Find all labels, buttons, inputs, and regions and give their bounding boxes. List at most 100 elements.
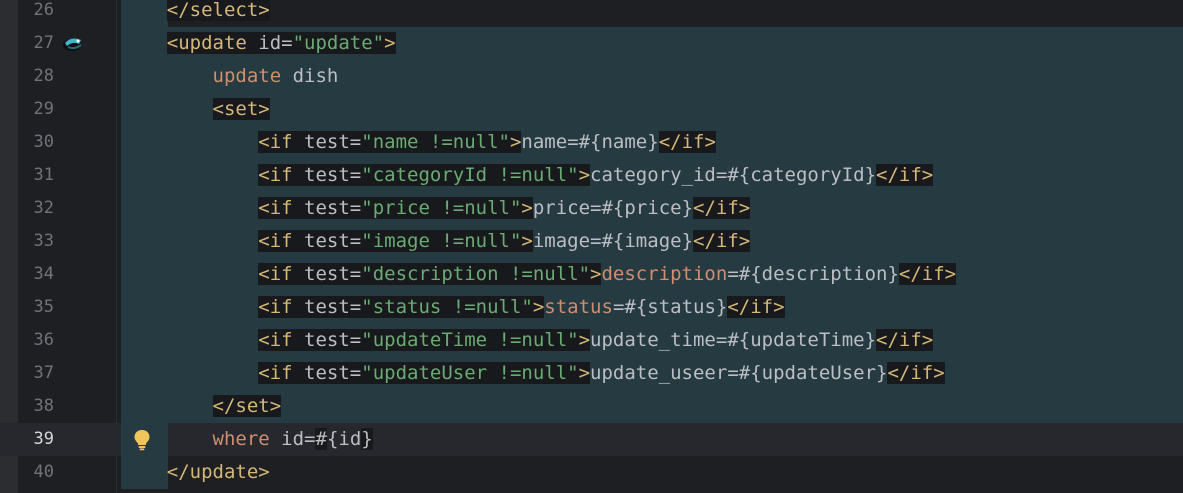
code-token: where bbox=[212, 428, 270, 450]
code-token: <if bbox=[258, 131, 305, 153]
code-line[interactable]: 37 <if test="updateUser !=null">update_u… bbox=[0, 357, 1183, 390]
scope-highlight bbox=[121, 93, 1183, 126]
line-number[interactable]: 35 bbox=[18, 291, 54, 324]
code-text[interactable]: <if test="updateTime !=null">update_time… bbox=[121, 324, 934, 357]
line-number[interactable]: 40 bbox=[18, 456, 54, 489]
code-token: <update bbox=[166, 32, 259, 54]
line-number[interactable]: 31 bbox=[18, 159, 54, 192]
code-text[interactable]: </select> bbox=[121, 0, 270, 27]
code-token: > bbox=[578, 362, 591, 384]
code-token: image=#{image} bbox=[532, 230, 694, 252]
line-number[interactable]: 30 bbox=[18, 126, 54, 159]
line-number[interactable]: 37 bbox=[18, 357, 54, 390]
code-text[interactable]: <set> bbox=[121, 93, 270, 126]
line-number[interactable]: 26 bbox=[18, 0, 54, 27]
code-line[interactable]: 29 <set> bbox=[0, 93, 1183, 126]
code-token: id= bbox=[258, 32, 293, 54]
code-token: price=#{price} bbox=[532, 197, 694, 219]
code-token: > bbox=[521, 230, 533, 252]
line-number[interactable]: 27 bbox=[18, 27, 54, 60]
code-line[interactable]: 33 <if test="image !=null">image=#{image… bbox=[0, 225, 1183, 258]
line-number[interactable]: 32 bbox=[18, 192, 54, 225]
line-number[interactable]: 28 bbox=[18, 60, 54, 93]
code-token: > bbox=[521, 197, 533, 219]
code-token: test= bbox=[304, 329, 362, 351]
code-text[interactable]: <if test="price !=null">price=#{price}</… bbox=[121, 192, 751, 225]
code-line[interactable]: 38 </set> bbox=[0, 390, 1183, 423]
mybatis-mapper-icon[interactable] bbox=[60, 27, 86, 60]
code-token: </if> bbox=[693, 230, 751, 252]
code-text[interactable]: <update id="update"> bbox=[121, 27, 396, 60]
code-token: "status !=null" bbox=[361, 296, 533, 318]
code-text[interactable]: <if test="image !=null">image=#{image}</… bbox=[121, 225, 751, 258]
code-token: > bbox=[384, 32, 396, 54]
code-token: > bbox=[590, 263, 602, 285]
code-text[interactable]: <if test="name !=null">name=#{name}</if> bbox=[121, 126, 716, 159]
code-token: </if> bbox=[693, 197, 751, 219]
code-token: test= bbox=[304, 197, 362, 219]
code-token: </if> bbox=[727, 296, 785, 318]
line-number[interactable]: 29 bbox=[18, 93, 54, 126]
code-token: update_time=#{updateTime} bbox=[590, 329, 877, 351]
code-token: > bbox=[532, 296, 545, 318]
code-token: </if> bbox=[887, 362, 945, 384]
code-text[interactable]: update dish bbox=[121, 60, 339, 93]
code-line[interactable]: 26 </select> bbox=[0, 0, 1183, 27]
code-token: <if bbox=[258, 362, 305, 384]
code-token: <if bbox=[258, 230, 305, 252]
line-number[interactable]: 33 bbox=[18, 225, 54, 258]
code-token: "categoryId !=null" bbox=[361, 164, 579, 186]
code-text[interactable]: </set> bbox=[121, 390, 282, 423]
code-line[interactable]: 27 <update id="update"> bbox=[0, 27, 1183, 60]
code-line[interactable]: 35 <if test="status !=null">status=#{sta… bbox=[0, 291, 1183, 324]
code-editor[interactable]: 26 </select> 27 <update id="update"> 28 up… bbox=[0, 0, 1183, 493]
code-token: test= bbox=[304, 230, 362, 252]
code-token: </set> bbox=[212, 395, 282, 417]
code-line[interactable]: 36 <if test="updateTime !=null">update_t… bbox=[0, 324, 1183, 357]
code-text[interactable]: where id=#{id} bbox=[121, 423, 373, 456]
code-line[interactable]: 30 <if test="name !=null">name=#{name}</… bbox=[0, 126, 1183, 159]
line-number[interactable]: 34 bbox=[18, 258, 54, 291]
code-text[interactable]: <if test="description !=null">descriptio… bbox=[121, 258, 957, 291]
code-token: "price !=null" bbox=[361, 197, 522, 219]
code-token: } bbox=[361, 428, 373, 450]
code-line[interactable]: 28 update dish bbox=[0, 60, 1183, 93]
code-line[interactable]: 39 where id=#{id} bbox=[0, 423, 1183, 456]
code-token: dish bbox=[281, 65, 339, 87]
code-token: test= bbox=[304, 296, 362, 318]
code-text[interactable]: </update> bbox=[121, 456, 270, 489]
code-token: </select> bbox=[166, 0, 270, 21]
code-token: "description !=null" bbox=[361, 263, 591, 285]
line-number[interactable]: 36 bbox=[18, 324, 54, 357]
code-token: <if bbox=[258, 164, 305, 186]
code-token: # bbox=[315, 428, 327, 450]
code-token: id= bbox=[269, 428, 316, 450]
code-text[interactable]: <if test="status !=null">status=#{status… bbox=[121, 291, 785, 324]
line-number[interactable]: 38 bbox=[18, 390, 54, 423]
code-line[interactable]: 32 <if test="price !=null">price=#{price… bbox=[0, 192, 1183, 225]
code-line[interactable]: 40 </update> bbox=[0, 456, 1183, 489]
code-line[interactable]: 34 <if test="description !=null">descrip… bbox=[0, 258, 1183, 291]
code-token: </if> bbox=[876, 329, 934, 351]
code-text[interactable]: <if test="categoryId !=null">category_id… bbox=[121, 159, 934, 192]
code-line[interactable]: 31 <if test="categoryId !=null">category… bbox=[0, 159, 1183, 192]
code-text[interactable]: <if test="updateUser !=null">update_usee… bbox=[121, 357, 945, 390]
code-token: "name !=null" bbox=[361, 131, 510, 153]
line-number[interactable]: 39 bbox=[18, 423, 54, 456]
code-token: test= bbox=[304, 164, 362, 186]
